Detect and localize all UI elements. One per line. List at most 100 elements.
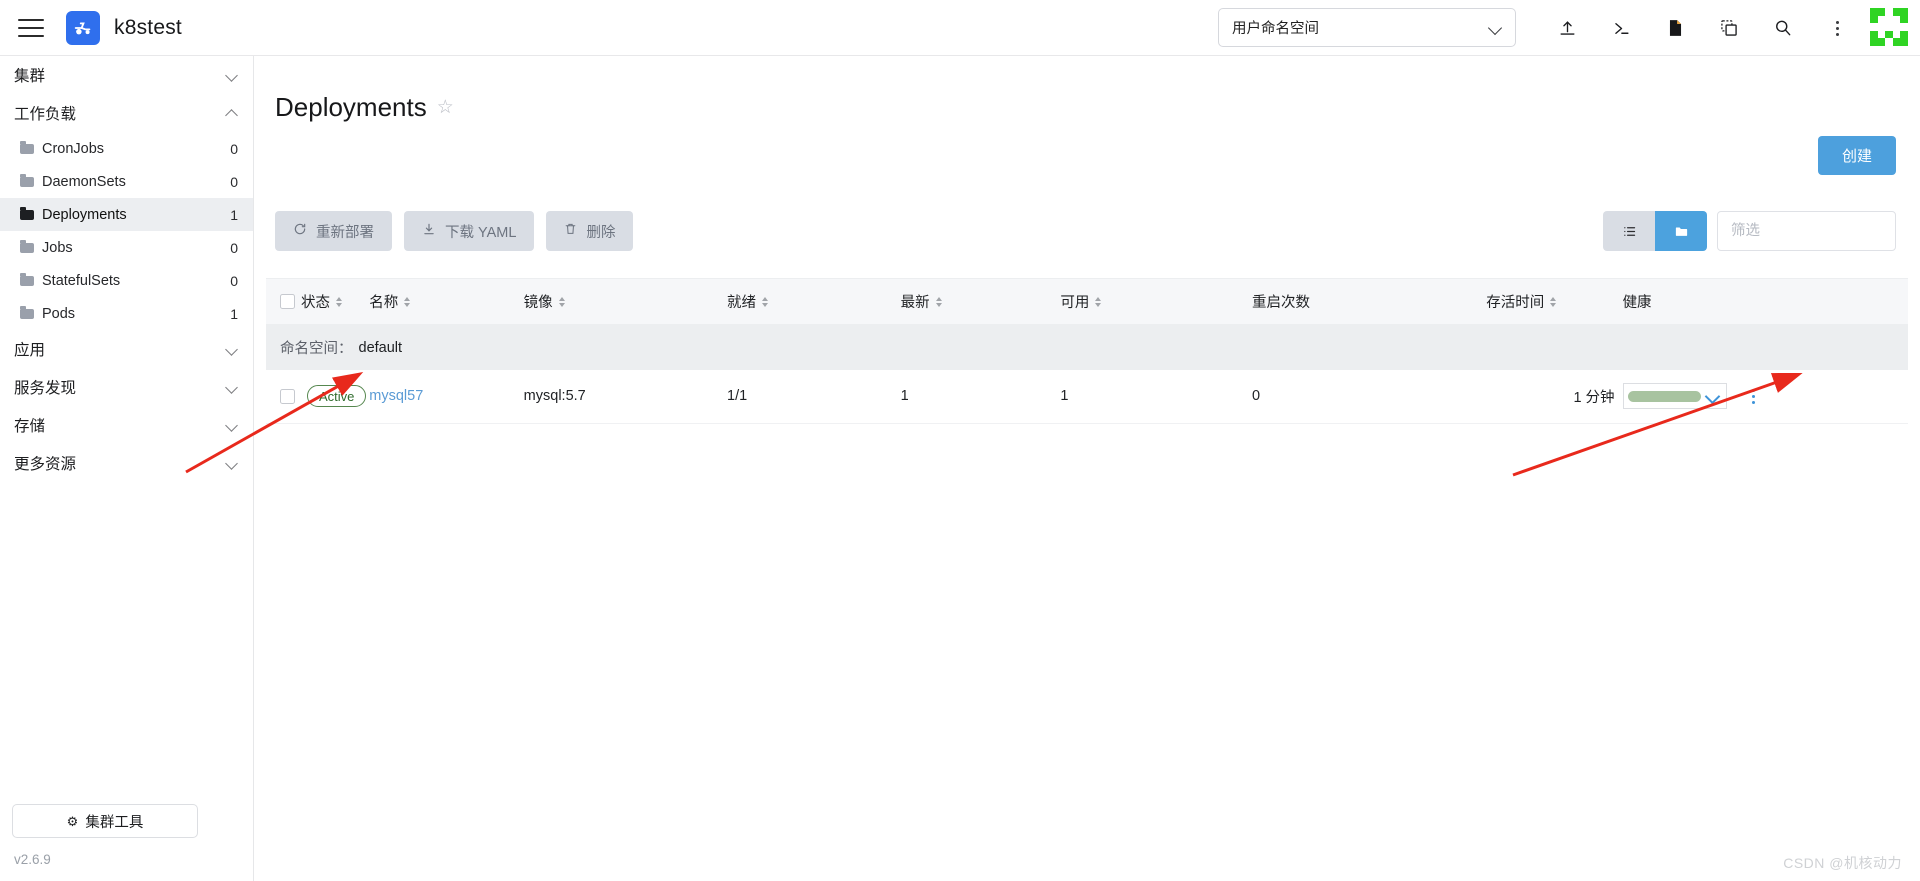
sidebar-item-count: 0 [230, 272, 238, 289]
sidebar-item-daemonsets[interactable]: DaemonSets 0 [0, 165, 253, 198]
sidebar-group-workloads[interactable]: 工作负载 [0, 94, 253, 132]
rancher-logo-icon[interactable] [66, 10, 100, 45]
flat-list-view-button[interactable] [1603, 211, 1655, 251]
column-header-restarts: 重启次数 [1252, 278, 1487, 325]
create-button[interactable]: 创建 [1818, 136, 1896, 175]
sidebar-item-count: 1 [230, 206, 238, 223]
star-outline-icon[interactable]: ☆ [437, 98, 454, 117]
copy-kubeconfig-icon[interactable] [1702, 0, 1756, 56]
column-header-age[interactable]: 存活时间 [1486, 278, 1623, 325]
kubeconfig-file-icon[interactable] [1648, 0, 1702, 56]
sidebar-item-label: DaemonSets [42, 173, 126, 190]
column-header-available[interactable]: 可用 [1060, 278, 1252, 325]
sidebar-item-jobs[interactable]: Jobs 0 [0, 231, 253, 264]
import-yaml-icon[interactable] [1540, 0, 1594, 56]
hamburger-icon[interactable] [18, 18, 44, 37]
namespace-selector-value: 用户命名空间 [1232, 21, 1319, 37]
column-label: 可用 [1060, 295, 1090, 311]
sidebar-group-service-discovery[interactable]: 服务发现 [0, 368, 253, 406]
column-header-image[interactable]: 镜像 [523, 278, 728, 325]
sort-icon [1095, 296, 1102, 307]
chevron-down-icon [226, 381, 238, 393]
cell-name: mysql57 [369, 369, 524, 424]
column-header-ready[interactable]: 就绪 [727, 278, 901, 325]
delete-button[interactable]: 删除 [546, 211, 634, 251]
column-header-state[interactable]: 状态 [266, 278, 370, 325]
column-label: 状态 [301, 295, 330, 311]
sidebar-group-label: 集群 [14, 68, 46, 85]
more-options-icon[interactable] [1810, 0, 1864, 56]
deployment-name-link[interactable]: mysql57 [369, 388, 423, 404]
download-yaml-label: 下载 YAML [445, 224, 517, 241]
sidebar-item-label: Pods [42, 305, 76, 322]
sidebar-group-more-resources[interactable]: 更多资源 [0, 444, 253, 482]
sidebar-item-label: Deployments [42, 206, 127, 223]
cell-restarts: 0 [1252, 369, 1487, 424]
status-badge: Active [307, 385, 367, 408]
view-toggle-group [1603, 211, 1707, 251]
download-icon [422, 222, 436, 240]
health-indicator[interactable] [1622, 383, 1727, 410]
cell-up-to-date: 1 [900, 369, 1061, 424]
refresh-icon [293, 222, 307, 240]
column-label: 名称 [369, 295, 399, 311]
chevron-down-icon [226, 343, 238, 355]
kubernetes-green-logo[interactable] [1870, 8, 1908, 46]
namespace-group-row: 命名空间： default [266, 324, 1908, 370]
column-header-health: 健康 [1622, 278, 1908, 325]
chevron-up-icon [226, 107, 238, 119]
sidebar-item-statefulsets[interactable]: StatefulSets 0 [0, 264, 253, 297]
sidebar-item-deployments[interactable]: Deployments 1 [0, 198, 253, 231]
sidebar-item-pods[interactable]: Pods 1 [0, 297, 253, 330]
page-header: Deployments ☆ [254, 56, 1920, 130]
sort-icon [404, 296, 411, 307]
sidebar: 集群 工作负载 CronJobs 0 DaemonSets 0 Deployme… [0, 56, 254, 881]
sidebar-group-cluster[interactable]: 集群 [0, 56, 253, 94]
main-content: Deployments ☆ 创建 重新部署 下载 YAML 删除 筛选 状态 名… [254, 56, 1920, 881]
sidebar-item-count: 0 [230, 173, 238, 190]
watermark: CSDN @机核动力 [1783, 855, 1902, 871]
sidebar-item-count: 0 [230, 239, 238, 256]
select-all-checkbox[interactable] [280, 294, 295, 309]
table-row[interactable]: Active mysql57 mysql:5.7 1/1 1 1 0 1 分钟 [266, 369, 1908, 424]
cell-state: Active [266, 369, 370, 424]
trash-icon [564, 222, 577, 240]
kubectl-shell-icon[interactable] [1594, 0, 1648, 56]
row-checkbox[interactable] [280, 388, 295, 404]
chevron-down-icon[interactable] [1707, 390, 1719, 402]
sidebar-group-storage[interactable]: 存储 [0, 406, 253, 444]
column-label: 存活时间 [1486, 295, 1545, 311]
group-by-namespace-view-button[interactable] [1655, 211, 1707, 251]
sort-icon [935, 296, 942, 307]
cell-age: 1 分钟 [1486, 369, 1623, 424]
sidebar-group-apps[interactable]: 应用 [0, 330, 253, 368]
sidebar-group-label: 存储 [14, 418, 46, 435]
column-header-name[interactable]: 名称 [369, 278, 524, 325]
sidebar-group-label: 工作负载 [14, 106, 77, 123]
sidebar-item-cronjobs[interactable]: CronJobs 0 [0, 132, 253, 165]
search-icon[interactable] [1756, 0, 1810, 56]
brand-name[interactable]: k8stest [114, 16, 182, 40]
top-bar: k8stest 用户命名空间 [0, 0, 1920, 56]
table-header-row: 状态 名称 镜像 就绪 最新 可用 重启次数 存活时间 健康 [266, 278, 1908, 325]
cell-health [1622, 369, 1908, 424]
column-label: 就绪 [727, 295, 757, 311]
cluster-tools-button[interactable]: ⚙ 集群工具 [12, 804, 198, 838]
namespace-selector[interactable]: 用户命名空间 [1218, 8, 1516, 47]
row-actions-menu[interactable] [1741, 388, 1767, 404]
redeploy-button[interactable]: 重新部署 [275, 211, 392, 251]
sidebar-item-label: Jobs [42, 239, 73, 256]
folder-icon [20, 173, 34, 187]
download-yaml-button[interactable]: 下载 YAML [404, 211, 535, 251]
column-header-up-to-date[interactable]: 最新 [900, 278, 1061, 325]
chevron-down-icon [1489, 21, 1502, 34]
sidebar-item-label: StatefulSets [42, 272, 121, 289]
cell-ready: 1/1 [727, 369, 901, 424]
column-label: 镜像 [523, 295, 553, 311]
page-title: Deployments [275, 91, 427, 122]
sort-icon [762, 296, 769, 307]
version-label: v2.6.9 [14, 852, 51, 867]
filter-input[interactable] [1717, 211, 1896, 251]
folder-icon [20, 305, 34, 319]
column-label: 健康 [1622, 295, 1652, 311]
